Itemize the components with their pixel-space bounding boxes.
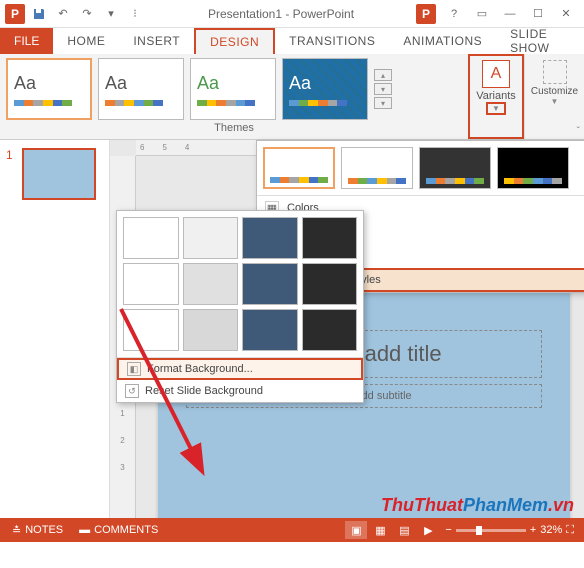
tab-slideshow[interactable]: SLIDE SHOW: [496, 28, 584, 54]
theme-3[interactable]: Aa: [190, 58, 276, 120]
tab-design[interactable]: DESIGN: [194, 28, 275, 54]
tab-home[interactable]: HOME: [53, 28, 119, 54]
reset-background-item[interactable]: ↺Reset Slide Background: [117, 380, 363, 402]
reading-view-button[interactable]: ▤: [393, 521, 415, 539]
redo-button[interactable]: ↷: [76, 3, 98, 25]
zoom-control: − + 32% ⛶: [439, 524, 580, 537]
background-swatch-grid: [117, 211, 363, 357]
bg-style-9[interactable]: [123, 309, 179, 351]
themes-group: Aa Aa Aa Aa ▴ ▾ ▾ Themes: [0, 54, 468, 139]
slide-number: 1: [6, 148, 13, 162]
bg-style-4[interactable]: [302, 217, 358, 259]
help-button[interactable]: ?: [442, 2, 466, 26]
bg-style-3[interactable]: [242, 217, 298, 259]
tab-insert[interactable]: INSERT: [119, 28, 194, 54]
fit-to-window-button[interactable]: ⛶: [566, 524, 574, 537]
slide-size-icon: [543, 60, 567, 84]
themes-group-label: Themes: [6, 120, 462, 136]
bg-style-12[interactable]: [302, 309, 358, 351]
tab-animations[interactable]: ANIMATIONS: [389, 28, 496, 54]
zoom-out-button[interactable]: −: [445, 524, 451, 536]
save-button[interactable]: [28, 3, 50, 25]
maximize-button[interactable]: ☐: [526, 2, 550, 26]
format-background-item[interactable]: ◧Format Background...: [117, 358, 363, 380]
slide-thumbnail-panel: 1: [0, 140, 110, 532]
themes-more-button[interactable]: ▾: [374, 97, 392, 109]
status-bar: ≛NOTES ▬COMMENTS ▣ ▦ ▤ ▶ − + 32% ⛶: [0, 518, 584, 542]
variants-group[interactable]: A Variants ▼: [468, 54, 524, 139]
bg-style-6[interactable]: [183, 263, 239, 305]
bg-style-7[interactable]: [242, 263, 298, 305]
slide-thumbnail-1[interactable]: [22, 148, 96, 200]
themes-gallery-controls: ▴ ▾ ▾: [374, 58, 392, 120]
tab-file[interactable]: FILE: [0, 28, 53, 54]
collapse-ribbon-button[interactable]: ˇ: [577, 126, 580, 137]
window-title: Presentation1 - PowerPoint: [146, 7, 416, 21]
notes-button[interactable]: ≛NOTES: [4, 524, 71, 537]
bg-style-10[interactable]: [183, 309, 239, 351]
themes-scroll-up[interactable]: ▴: [374, 69, 392, 81]
variant-3[interactable]: [419, 147, 491, 189]
variants-dropdown-icon[interactable]: ▼: [486, 102, 506, 115]
start-from-beginning-button[interactable]: ▾: [100, 3, 122, 25]
normal-view-button[interactable]: ▣: [345, 521, 367, 539]
edit-area: 1 654 321 Click to add title Click to ad…: [0, 140, 584, 532]
bg-style-2[interactable]: [183, 217, 239, 259]
bg-style-11[interactable]: [242, 309, 298, 351]
bg-style-1[interactable]: [123, 217, 179, 259]
customize-group[interactable]: Customize ▼: [524, 54, 584, 139]
title-bar: P ↶ ↷ ▾ ⁝ Presentation1 - PowerPoint P ?…: [0, 0, 584, 28]
bg-style-8[interactable]: [302, 263, 358, 305]
variant-2[interactable]: [341, 147, 413, 189]
variants-label: Variants: [476, 90, 516, 102]
customize-label: Customize: [531, 86, 578, 97]
window-controls: ? ▭ — ☐ ✕: [442, 2, 584, 26]
minimize-button[interactable]: —: [498, 2, 522, 26]
variants-icon: A: [482, 60, 510, 88]
variant-1[interactable]: [263, 147, 335, 189]
zoom-slider[interactable]: [456, 529, 526, 532]
ribbon: Aa Aa Aa Aa ▴ ▾ ▾ Themes A Var: [0, 54, 584, 140]
ribbon-tabs: FILE HOME INSERT DESIGN TRANSITIONS ANIM…: [0, 28, 584, 54]
close-button[interactable]: ✕: [554, 2, 578, 26]
format-bg-icon: ◧: [127, 362, 141, 376]
slide-canvas-area: 654 321 Click to add title Click to add …: [110, 140, 584, 532]
bg-style-5[interactable]: [123, 263, 179, 305]
theme-4[interactable]: Aa: [282, 58, 368, 120]
variant-4[interactable]: [497, 147, 569, 189]
quick-access-toolbar: P ↶ ↷ ▾ ⁝: [0, 3, 146, 25]
tab-transitions[interactable]: TRANSITIONS: [275, 28, 389, 54]
theme-office[interactable]: Aa: [6, 58, 92, 120]
theme-2[interactable]: Aa: [98, 58, 184, 120]
background-styles-flyout: ◧Format Background... ↺Reset Slide Backg…: [116, 210, 364, 403]
powerpoint-logo-icon: P: [416, 4, 436, 24]
undo-button[interactable]: ↶: [52, 3, 74, 25]
zoom-in-button[interactable]: +: [530, 524, 536, 536]
app-icon: P: [4, 3, 26, 25]
slideshow-view-button[interactable]: ▶: [417, 521, 439, 539]
notes-icon: ≛: [12, 524, 21, 537]
comments-button[interactable]: ▬COMMENTS: [71, 524, 166, 536]
view-buttons: ▣ ▦ ▤ ▶: [345, 521, 439, 539]
variant-swatch-row: [257, 141, 584, 195]
ribbon-options-button[interactable]: ▭: [470, 2, 494, 26]
background-menu: ◧Format Background... ↺Reset Slide Backg…: [117, 357, 363, 402]
themes-scroll-down[interactable]: ▾: [374, 83, 392, 95]
sorter-view-button[interactable]: ▦: [369, 521, 391, 539]
watermark: ThuThuatPhanMem.vn: [381, 495, 574, 516]
comments-icon: ▬: [79, 524, 90, 536]
zoom-level[interactable]: 32%: [540, 524, 562, 536]
qat-customize-button[interactable]: ⁝: [124, 3, 146, 25]
reset-bg-icon: ↺: [125, 384, 139, 398]
